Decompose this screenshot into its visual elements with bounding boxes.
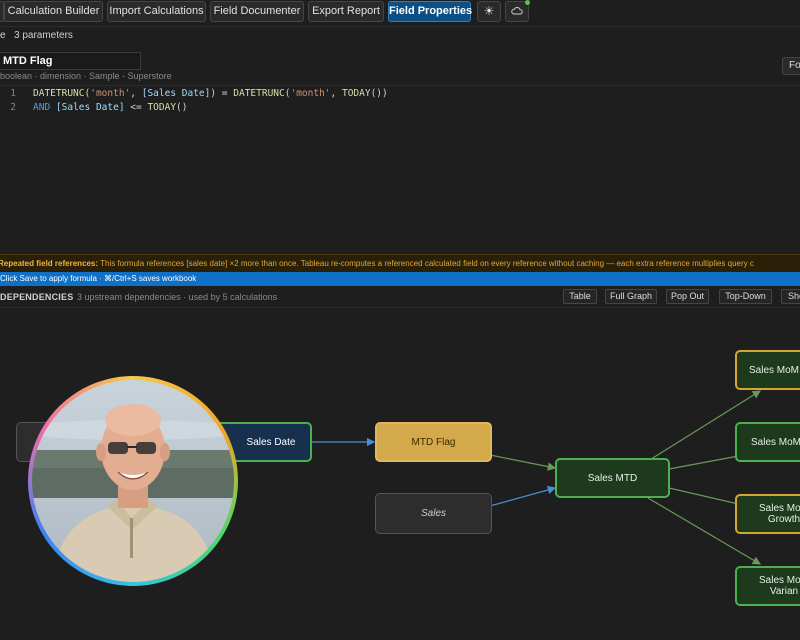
code-line: 2 AND [Sales Date] <= TODAY() — [0, 102, 800, 116]
sun-icon: ☀ — [483, 4, 495, 18]
repeated-references-warning: Repeated field references: This formula … — [0, 254, 800, 272]
table-view-button[interactable]: Table — [563, 289, 597, 304]
formula-editor[interactable]: 1 DATETRUNC('month', [Sales Date]) = DAT… — [0, 86, 800, 254]
graph-node-sales-mom-v[interactable]: Sales MoM V — [735, 422, 800, 462]
field-meta: boolean · dimension · Sample - Superstor… — [0, 71, 172, 81]
save-hint-text: Click Save to apply formula · ⌘/Ctrl+S s… — [0, 274, 197, 283]
code-text[interactable]: AND [Sales Date] <= TODAY() — [33, 102, 188, 113]
top-down-button[interactable]: Top-Down — [719, 289, 772, 304]
export-report-button[interactable]: Export Report — [308, 1, 384, 22]
graph-node-sales-mom-varian[interactable]: Sales MoM Varian — [735, 566, 800, 606]
show-button[interactable]: She — [781, 289, 800, 304]
edge-sales-to-sales-mtd — [489, 485, 557, 507]
connection-status-dot — [525, 0, 530, 5]
warning-text: This formula references [sales date] ×2 … — [100, 259, 754, 268]
pop-out-button[interactable]: Pop Out — [666, 289, 709, 304]
warning-label: Repeated field references: — [0, 259, 99, 268]
avatar-photo — [32, 380, 234, 582]
subbar-prefix: e — [0, 30, 6, 41]
field-documenter-button[interactable]: Field Documenter — [210, 1, 304, 22]
theme-toggle-button[interactable]: ☀ — [477, 1, 501, 22]
top-toolbar: Calculation Builder Import Calculations … — [0, 0, 800, 27]
dependencies-header: DEPENDENCIES 3 upstream dependencies · u… — [0, 286, 800, 308]
graph-node-sales[interactable]: Sales — [375, 493, 492, 534]
dependencies-title: DEPENDENCIES — [0, 292, 74, 302]
line-number: 1 — [10, 88, 16, 99]
code-line: 1 DATETRUNC('month', [Sales Date]) = DAT… — [0, 88, 800, 102]
field-properties-button[interactable]: Field Properties — [388, 1, 472, 22]
graph-node-sales-mtd[interactable]: Sales MTD — [555, 458, 670, 498]
field-header: MTD Flag boolean · dimension · Sample - … — [0, 44, 800, 86]
edge-mtd-flag-to-sales-mtd — [489, 454, 557, 471]
sub-bar: e 3 parameters — [0, 27, 800, 44]
graph-node-sales-mom-growth[interactable]: Sales MoM Growth — [735, 494, 800, 534]
full-graph-button[interactable]: Full Graph — [605, 289, 657, 304]
presenter-avatar — [28, 376, 238, 586]
line-number: 2 — [10, 102, 16, 113]
save-hint-bar: Click Save to apply formula · ⌘/Ctrl+S s… — [0, 272, 800, 286]
graph-node-mtd-flag[interactable]: MTD Flag — [375, 422, 492, 462]
cloud-icon — [511, 6, 523, 15]
code-text[interactable]: DATETRUNC('month', [Sales Date]) = DATET… — [33, 88, 388, 99]
format-button[interactable]: Fo — [782, 57, 800, 75]
import-calculations-button[interactable]: Import Calculations — [107, 1, 206, 22]
parameters-count[interactable]: 3 parameters — [14, 30, 73, 41]
field-name-input[interactable]: MTD Flag — [0, 52, 141, 70]
calculation-builder-button[interactable]: Calculation Builder — [4, 1, 103, 22]
graph-node-sales-mom-c[interactable]: Sales MoM C — [735, 350, 800, 390]
dependencies-summary: 3 upstream dependencies · used by 5 calc… — [77, 292, 278, 302]
